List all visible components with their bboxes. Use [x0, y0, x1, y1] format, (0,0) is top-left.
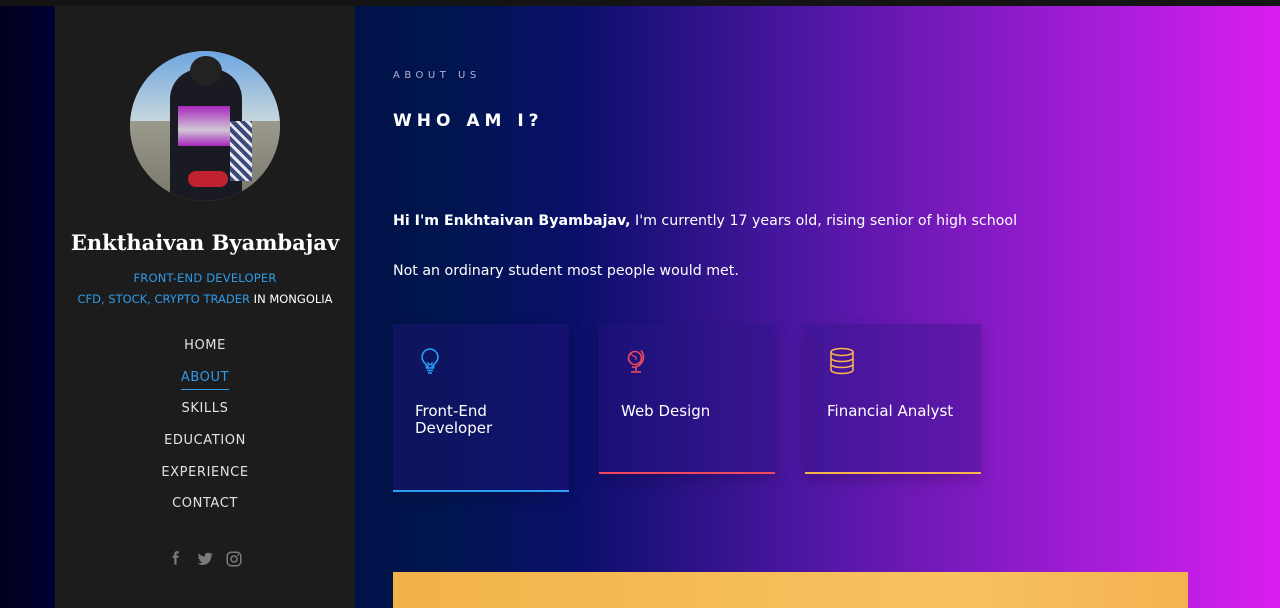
nav-item-contact[interactable]: CONTACT: [55, 494, 355, 526]
profile-role: FRONT-END DEVELOPER: [133, 271, 277, 285]
profile-subtitle: CFD, STOCK, CRYPTO TRADER IN MONGOLIA: [55, 292, 355, 306]
nav-label: EDUCATION: [164, 433, 246, 449]
nav-item-education[interactable]: EDUCATION: [55, 431, 355, 463]
facebook-icon[interactable]: [167, 550, 185, 568]
nav-item-experience[interactable]: EXPERIENCE: [55, 463, 355, 495]
service-card-frontend[interactable]: Front-End Developer: [393, 324, 569, 492]
card-accent-line: [393, 490, 569, 492]
database-icon: [830, 347, 854, 375]
service-card-financial-analyst[interactable]: Financial Analyst: [805, 324, 981, 474]
instagram-icon[interactable]: [225, 550, 243, 568]
profile-subtitle-trades: CFD, STOCK, CRYPTO TRADER: [77, 292, 251, 306]
sidebar: Enkthaivan Byambajav FRONT-END DEVELOPER…: [55, 6, 355, 608]
twitter-icon[interactable]: [196, 550, 214, 568]
section-eyebrow: ABOUT US: [393, 70, 481, 81]
service-card-web-design[interactable]: Web Design: [599, 324, 775, 474]
section-heading: WHO AM I?: [393, 111, 544, 131]
left-gutter: [0, 6, 55, 608]
nav-label: SKILLS: [181, 401, 229, 417]
nav-label: CONTACT: [172, 496, 238, 512]
next-section-banner: [393, 572, 1188, 608]
avatar: [130, 51, 280, 201]
profile-subtitle-location: IN MONGOLIA: [250, 292, 333, 306]
nav-item-about[interactable]: ABOUT: [55, 368, 355, 400]
nav-label: ABOUT: [180, 368, 230, 390]
nav-label: EXPERIENCE: [161, 464, 249, 480]
intro-name: Hi I'm Enkhtaivan Byambajav,: [393, 213, 631, 229]
lightbulb-icon: [421, 348, 439, 374]
nav-label: HOME: [184, 338, 226, 353]
card-title: Front-End Developer: [415, 402, 493, 437]
card-accent-line: [805, 472, 981, 474]
card-title: Web Design: [621, 402, 711, 420]
nav-item-skills[interactable]: SKILLS: [55, 399, 355, 431]
intro-paragraph-2: Not an ordinary student most people woul…: [393, 263, 739, 279]
nav-item-home[interactable]: HOME: [55, 336, 355, 368]
profile-name: Enkthaivan Byambajav: [70, 230, 340, 255]
intro-text: I'm currently 17 years old, rising senio…: [630, 213, 1018, 229]
card-accent-line: [599, 472, 775, 474]
sidebar-nav: HOME ABOUT SKILLS EDUCATION EXPERIENCE C…: [55, 336, 355, 526]
globe-icon: [627, 349, 645, 373]
social-links: [55, 548, 355, 568]
card-title: Financial Analyst: [827, 402, 954, 420]
about-section: ABOUT US WHO AM I? Hi I'm Enkhtaivan Bya…: [393, 6, 1253, 608]
intro-paragraph: Hi I'm Enkhtaivan Byambajav, I'm current…: [393, 213, 1017, 229]
